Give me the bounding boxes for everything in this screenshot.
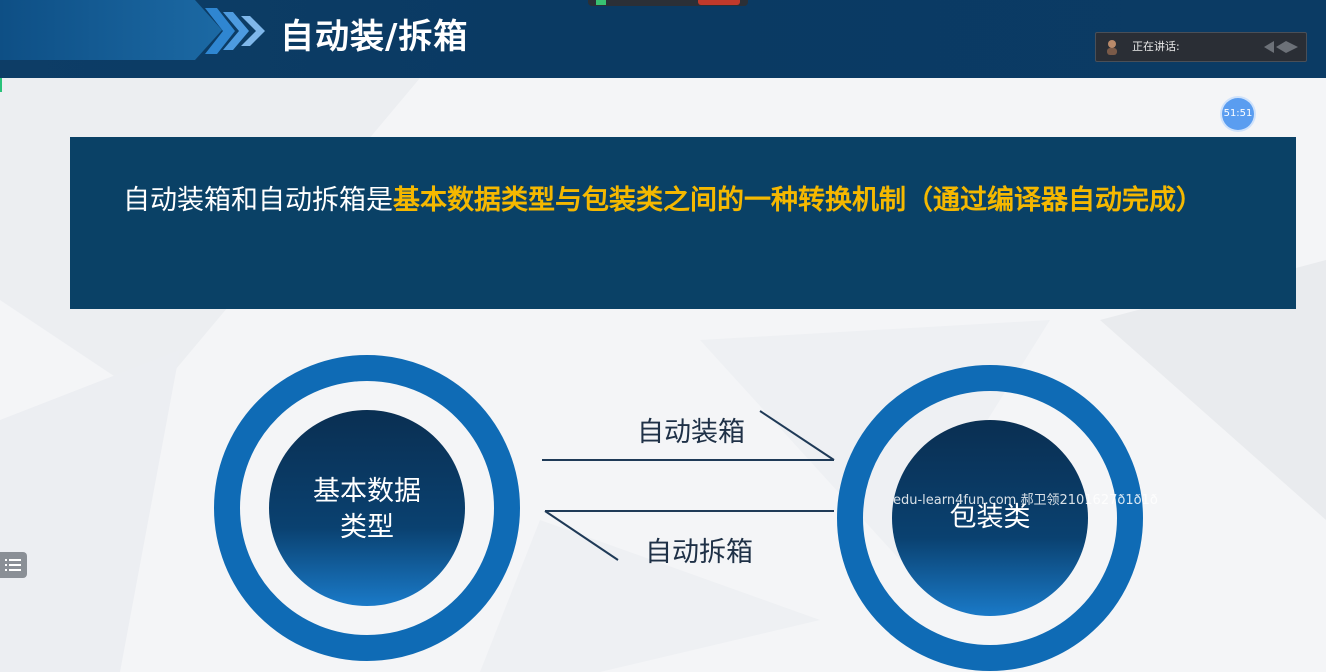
signal-bars-icon: [596, 0, 606, 5]
definition-banner: 自动装箱和自动拆箱是基本数据类型与包装类之间的一种转换机制（通过编译器自动完成）: [70, 137, 1296, 309]
speaker-avatar-icon: [1107, 40, 1117, 55]
definition-text: 自动装箱和自动拆箱是基本数据类型与包装类之间的一种转换机制（通过编译器自动完成）: [123, 177, 1248, 225]
primitive-type-label: 基本数据 类型: [287, 474, 447, 546]
timer-badge[interactable]: 51:51: [1222, 98, 1254, 130]
side-menu-button[interactable]: [0, 552, 27, 578]
recording-indicator[interactable]: [588, 0, 748, 6]
recording-badge: [698, 0, 740, 5]
definition-highlight: 基本数据类型与包装类之间的一种转换机制（通过编译器自动完成）: [393, 185, 1203, 216]
speaking-label: 正在讲话:: [1132, 40, 1180, 53]
watermark-text: edu-learn4fun.com 郝卫领2101627ð1ð1ð: [893, 493, 1158, 508]
definition-normal: 自动装箱和自动拆箱是: [123, 185, 393, 216]
chevron-arrows-icon: [205, 8, 265, 54]
primitive-type-line1: 基本数据: [313, 476, 421, 507]
unboxing-label: 自动拆箱: [645, 537, 753, 568]
list-icon: [5, 559, 21, 571]
audio-wave-icon: [1264, 41, 1298, 53]
slide-title: 自动装/拆箱: [280, 17, 469, 57]
primitive-type-line2: 类型: [340, 512, 394, 543]
speaking-indicator: 正在讲话:: [1095, 32, 1307, 62]
left-edge-indicator: [0, 78, 2, 92]
autoboxing-label: 自动装箱: [637, 417, 745, 448]
header-tab-shape: [0, 0, 222, 60]
